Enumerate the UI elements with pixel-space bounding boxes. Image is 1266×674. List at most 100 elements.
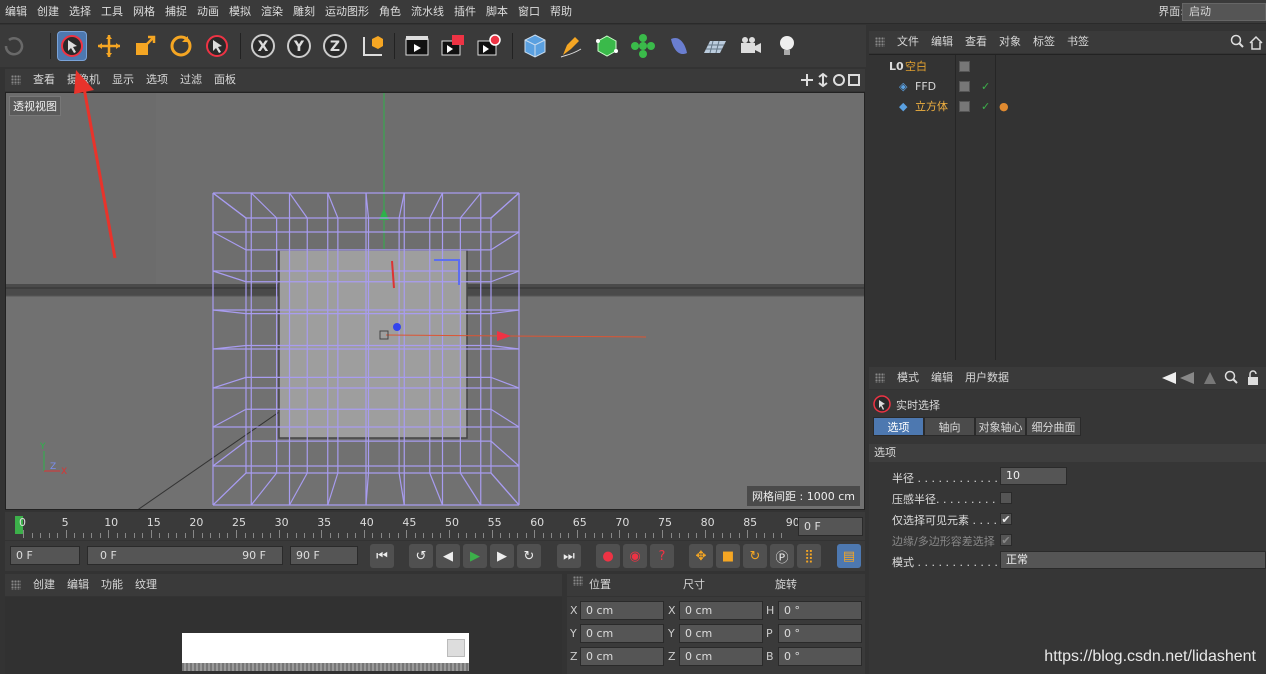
- floor-icon[interactable]: [700, 31, 730, 61]
- play-icon[interactable]: ▶: [463, 544, 487, 568]
- prev-frame-icon[interactable]: ◀: [436, 544, 460, 568]
- key-parameter-icon[interactable]: Ⓟ: [770, 544, 794, 568]
- coord-size-field[interactable]: 0 cm: [679, 624, 763, 643]
- menu-item[interactable]: 捕捉: [160, 0, 192, 24]
- menu-item[interactable]: 脚本: [481, 0, 513, 24]
- menu-item[interactable]: 运动图形: [320, 0, 374, 24]
- undo-icon[interactable]: [0, 31, 30, 61]
- menu-item[interactable]: 模拟: [224, 0, 256, 24]
- y-axis-lock-icon[interactable]: Y: [284, 31, 314, 61]
- object-menu-item[interactable]: 文件: [891, 31, 925, 53]
- coord-rotation-field[interactable]: 0 °: [778, 624, 862, 643]
- subdivision-surface-icon[interactable]: [592, 31, 622, 61]
- autokey-icon[interactable]: ◉: [623, 544, 647, 568]
- coord-rotation-field[interactable]: 0 °: [778, 601, 862, 620]
- scale-icon[interactable]: [130, 31, 160, 61]
- deformer-icon[interactable]: [664, 31, 694, 61]
- attribute-nav-icons[interactable]: [1160, 370, 1264, 386]
- perspective-viewport[interactable]: Y Z X 透视视图 网格间距 : 1000 cm: [5, 92, 865, 510]
- start-frame-field[interactable]: 0 F: [10, 546, 80, 565]
- menu-item[interactable]: 渲染: [256, 0, 288, 24]
- object-menu-item[interactable]: 标签: [1027, 31, 1061, 53]
- viewport-menu-item[interactable]: 显示: [106, 69, 140, 91]
- menu-item[interactable]: 流水线: [406, 0, 449, 24]
- viewport-menu-item[interactable]: 选项: [140, 69, 174, 91]
- cube-icon[interactable]: [520, 31, 550, 61]
- visibility-toggle[interactable]: [959, 101, 970, 112]
- render-to-picture-viewer-icon[interactable]: [438, 31, 468, 61]
- menu-item[interactable]: 创建: [32, 0, 64, 24]
- render-settings-icon[interactable]: [474, 31, 504, 61]
- enabled-check-icon[interactable]: ✓: [981, 77, 990, 97]
- viewport-navigation-icons[interactable]: [801, 72, 861, 88]
- timeline-window-icon[interactable]: ▤: [837, 544, 861, 568]
- material-manager-area[interactable]: [5, 597, 562, 674]
- search-icon[interactable]: [1230, 34, 1264, 50]
- viewport-menu-item[interactable]: 摄像机: [61, 69, 106, 91]
- key-position-icon[interactable]: ✥: [689, 544, 713, 568]
- enabled-check-icon[interactable]: ✓: [981, 97, 990, 117]
- tab-subdivision[interactable]: 细分曲面: [1026, 417, 1081, 436]
- key-rotation-icon[interactable]: ↻: [743, 544, 767, 568]
- recent-tool-icon[interactable]: [202, 31, 232, 61]
- camera-icon[interactable]: [736, 31, 766, 61]
- menu-item[interactable]: 帮助: [545, 0, 577, 24]
- tab-axis[interactable]: 轴向: [924, 417, 975, 436]
- pen-spline-icon[interactable]: [556, 31, 586, 61]
- keyframe-selection-icon[interactable]: ?: [650, 544, 674, 568]
- coord-size-field[interactable]: 0 cm: [679, 647, 763, 666]
- prev-key-icon[interactable]: ↺: [409, 544, 433, 568]
- viewport-menu-item[interactable]: 查看: [27, 69, 61, 91]
- x-axis-lock-icon[interactable]: X: [248, 31, 278, 61]
- object-menu-item[interactable]: 查看: [959, 31, 993, 53]
- preview-range-slider[interactable]: 0 F 90 F: [87, 546, 283, 565]
- menu-item[interactable]: 编辑: [0, 0, 32, 24]
- visibility-toggle[interactable]: [959, 81, 970, 92]
- object-row[interactable]: L0 空白: [869, 57, 1266, 77]
- radius-field[interactable]: 10: [1000, 467, 1067, 485]
- material-menu-item[interactable]: 创建: [27, 574, 61, 596]
- z-axis-lock-icon[interactable]: Z: [320, 31, 350, 61]
- coord-position-field[interactable]: 0 cm: [580, 647, 664, 666]
- goto-end-icon[interactable]: ⏭: [557, 544, 581, 568]
- viewport-menu-item[interactable]: 面板: [208, 69, 242, 91]
- attribute-menu-item[interactable]: 用户数据: [959, 367, 1015, 389]
- object-menu-item[interactable]: 对象: [993, 31, 1027, 53]
- next-key-icon[interactable]: ↻: [517, 544, 541, 568]
- layout-select[interactable]: 启动: [1182, 3, 1266, 21]
- menu-item[interactable]: 工具: [96, 0, 128, 24]
- rotate-icon[interactable]: [166, 31, 196, 61]
- visible-only-checkbox[interactable]: ✔: [1000, 513, 1012, 525]
- cloner-icon[interactable]: [628, 31, 658, 61]
- tag-icon[interactable]: ●: [999, 97, 1009, 117]
- timeline-ruler[interactable]: 0 5 10 15 20 25 30 35 40 45 50 55 60 65 70 75 80 85 90 0 F: [5, 512, 865, 540]
- move-icon[interactable]: [94, 31, 124, 61]
- menu-item[interactable]: 角色: [374, 0, 406, 24]
- current-frame-field[interactable]: 0 F: [798, 517, 863, 536]
- menu-item[interactable]: 动画: [192, 0, 224, 24]
- material-menu-item[interactable]: 编辑: [61, 574, 95, 596]
- tab-options[interactable]: 选项: [873, 417, 924, 436]
- render-view-icon[interactable]: [402, 31, 432, 61]
- pressure-radius-checkbox[interactable]: [1000, 492, 1012, 504]
- coord-size-field[interactable]: 0 cm: [679, 601, 763, 620]
- menu-item[interactable]: 窗口: [513, 0, 545, 24]
- end-frame-field[interactable]: 90 F: [290, 546, 358, 565]
- object-menu-item[interactable]: 编辑: [925, 31, 959, 53]
- menu-item[interactable]: 雕刻: [288, 0, 320, 24]
- viewport-menu-item[interactable]: 过滤: [174, 69, 208, 91]
- coord-rotation-field[interactable]: 0 °: [778, 647, 862, 666]
- object-menu-item[interactable]: 书签: [1061, 31, 1095, 53]
- coordinate-system-icon[interactable]: [358, 31, 388, 61]
- light-icon[interactable]: [772, 31, 802, 61]
- object-row[interactable]: ◆ 立方体 ✓ ●: [869, 97, 1266, 117]
- menu-item[interactable]: 选择: [64, 0, 96, 24]
- popup-close-icon[interactable]: [447, 639, 465, 657]
- object-row[interactable]: ◈ FFD ✓: [869, 77, 1266, 97]
- edge-polygon-checkbox[interactable]: ✔: [1000, 534, 1012, 546]
- mode-select[interactable]: 正常: [1000, 551, 1266, 569]
- visibility-toggle[interactable]: [959, 61, 970, 72]
- material-menu-item[interactable]: 功能: [95, 574, 129, 596]
- attribute-menu-item[interactable]: 编辑: [925, 367, 959, 389]
- key-pla-icon[interactable]: ⣿: [797, 544, 821, 568]
